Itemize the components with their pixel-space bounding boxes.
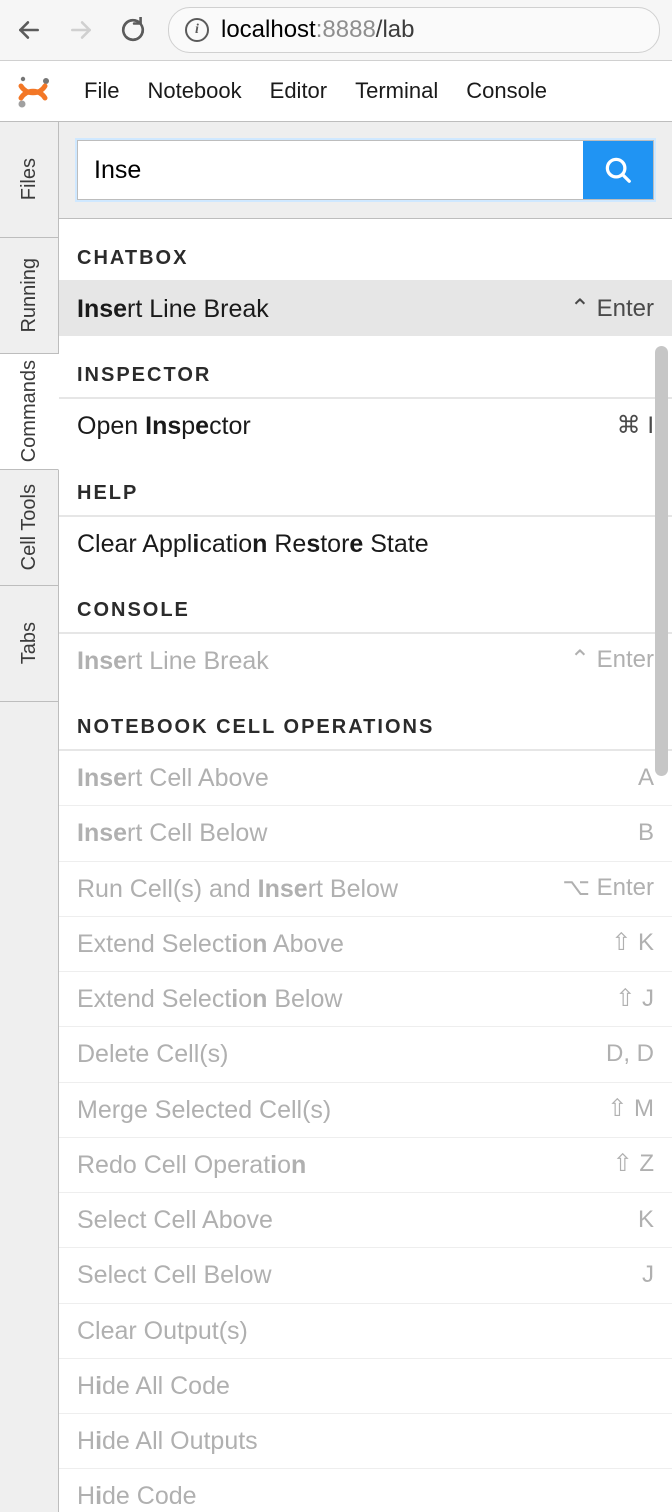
- command-shortcut: D, D: [606, 1037, 654, 1072]
- command-results: CHATBOX Insert Line Break ⌃ Enter INSPECTOR…: [59, 219, 672, 1512]
- command-shortcut: ⇧ J: [615, 982, 654, 1017]
- jupyter-logo-icon: [10, 68, 56, 114]
- browser-toolbar: i localhost:8888/lab: [0, 0, 672, 61]
- command-shortcut: J: [642, 1258, 654, 1293]
- command-item: Extend Selection Above ⇧ K: [59, 916, 672, 971]
- command-label: Run Cell(s) and Insert Below: [77, 871, 398, 907]
- command-label: Insert Line Break: [77, 643, 269, 679]
- menu-terminal[interactable]: Terminal: [355, 78, 438, 104]
- menu-notebook[interactable]: Notebook: [147, 78, 241, 104]
- scrollbar-thumb[interactable]: [655, 346, 668, 776]
- command-group-header: CHATBOX: [59, 219, 672, 280]
- command-shortcut: ⌥ Enter: [562, 871, 654, 906]
- sidebar-tab-files[interactable]: Files: [0, 122, 58, 238]
- command-shortcut: ⌃ Enter: [570, 292, 654, 327]
- command-item: Delete Cell(s) D, D: [59, 1026, 672, 1081]
- menu-console[interactable]: Console: [466, 78, 547, 104]
- menu-editor[interactable]: Editor: [270, 78, 327, 104]
- sidebar-tab-cell-tools[interactable]: Cell Tools: [0, 470, 58, 586]
- command-label: Hide Code: [77, 1478, 197, 1512]
- command-item: Insert Cell Below B: [59, 805, 672, 860]
- command-label: Insert Line Break: [77, 291, 269, 327]
- command-label: Merge Selected Cell(s): [77, 1092, 331, 1128]
- sidebar-tab-running[interactable]: Running: [0, 238, 58, 354]
- sidebar-tab-tabs[interactable]: Tabs: [0, 586, 58, 702]
- command-item: Select Cell Above K: [59, 1192, 672, 1247]
- command-item[interactable]: Open Inspector ⌘ I: [59, 398, 672, 453]
- command-label: Select Cell Below: [77, 1257, 272, 1293]
- command-shortcut: ⇧ M: [607, 1092, 654, 1127]
- site-info-icon[interactable]: i: [185, 18, 209, 42]
- command-label: Redo Cell Operation: [77, 1147, 306, 1183]
- sidebar-tab-commands[interactable]: Commands: [0, 354, 59, 470]
- command-item: Merge Selected Cell(s) ⇧ M: [59, 1082, 672, 1137]
- command-group-header: NOTEBOOK CELL OPERATIONS: [59, 688, 672, 749]
- menu-bar: File Notebook Editor Terminal Console: [0, 61, 672, 122]
- command-item: Clear Output(s): [59, 1303, 672, 1358]
- search-wrap: [59, 122, 672, 219]
- command-label: Extend Selection Above: [77, 926, 344, 962]
- command-label: Select Cell Above: [77, 1202, 273, 1238]
- command-shortcut: ⇧ Z: [613, 1147, 654, 1182]
- command-label: Hide All Code: [77, 1368, 230, 1404]
- command-label: Delete Cell(s): [77, 1036, 228, 1072]
- command-shortcut: ⌃ Enter: [570, 643, 654, 678]
- command-item[interactable]: Clear Application Restore State: [59, 516, 672, 571]
- menu-file[interactable]: File: [84, 78, 119, 104]
- command-item: Extend Selection Below ⇧ J: [59, 971, 672, 1026]
- url-bar[interactable]: i localhost:8888/lab: [168, 7, 660, 53]
- command-label: Clear Output(s): [77, 1313, 248, 1349]
- command-label: Open Inspector: [77, 408, 251, 444]
- command-shortcut: B: [638, 816, 654, 851]
- command-item: Redo Cell Operation ⇧ Z: [59, 1137, 672, 1192]
- command-item: Run Cell(s) and Insert Below ⌥ Enter: [59, 861, 672, 916]
- command-shortcut: ⇧ K: [611, 926, 654, 961]
- command-item: Insert Cell Above A: [59, 750, 672, 805]
- command-item: Insert Line Break ⌃ Enter: [59, 633, 672, 688]
- command-item: Hide Code: [59, 1468, 672, 1512]
- command-palette-panel: CHATBOX Insert Line Break ⌃ Enter INSPECTOR…: [59, 122, 672, 1512]
- reload-button[interactable]: [116, 13, 150, 47]
- command-label: Clear Application Restore State: [77, 526, 429, 562]
- command-item: Hide All Outputs: [59, 1413, 672, 1468]
- command-shortcut: K: [638, 1203, 654, 1238]
- command-item[interactable]: Insert Line Break ⌃ Enter: [59, 281, 672, 336]
- forward-button[interactable]: [64, 13, 98, 47]
- command-group-header: CONSOLE: [59, 571, 672, 632]
- left-sidebar-tabs: FilesRunningCommandsCell ToolsTabs: [0, 122, 59, 1512]
- url-text: localhost:8888/lab: [221, 16, 415, 44]
- command-label: Extend Selection Below: [77, 981, 342, 1017]
- command-label: Insert Cell Above: [77, 760, 269, 796]
- command-shortcut: ⌘ I: [617, 409, 654, 444]
- command-shortcut: A: [638, 761, 654, 796]
- search-button[interactable]: [583, 141, 653, 199]
- command-search-input[interactable]: [78, 141, 583, 199]
- command-group-header: HELP: [59, 454, 672, 515]
- command-label: Insert Cell Below: [77, 815, 267, 851]
- command-item: Hide All Code: [59, 1358, 672, 1413]
- back-button[interactable]: [12, 13, 46, 47]
- command-group-header: INSPECTOR: [59, 336, 672, 397]
- command-label: Hide All Outputs: [77, 1423, 258, 1459]
- search-box: [77, 140, 654, 200]
- command-item: Select Cell Below J: [59, 1247, 672, 1302]
